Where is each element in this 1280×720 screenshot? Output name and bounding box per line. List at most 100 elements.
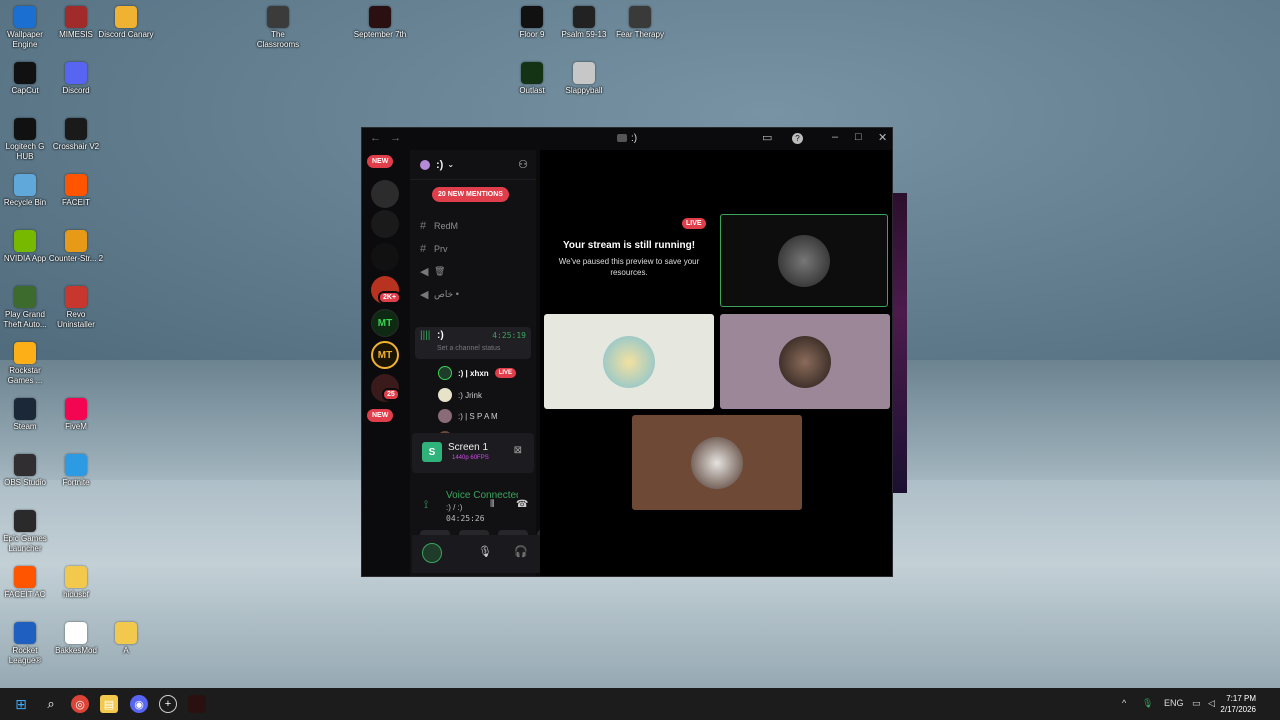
desktop-shortcut[interactable]: Play Grand Theft Auto... xyxy=(0,286,53,330)
desktop-shortcut-label: Revo Uninstaller xyxy=(57,310,95,329)
new-badge: NEW xyxy=(367,409,394,422)
desktop-shortcut[interactable]: Rocket League® xyxy=(0,622,53,666)
add-member-icon[interactable]: ⚇ xyxy=(518,158,528,171)
voice-channel[interactable]: ◀ خاص • xyxy=(420,288,459,301)
server-icon[interactable] xyxy=(371,210,399,238)
desktop-shortcut[interactable]: Rockstar Games ... xyxy=(0,342,53,386)
participant-tile[interactable] xyxy=(720,314,890,409)
avatar xyxy=(779,335,831,388)
desktop-shortcut[interactable]: Recycle Bin xyxy=(0,174,53,208)
desktop-shortcut[interactable]: FiveM xyxy=(48,398,104,432)
desktop-shortcut[interactable]: Epic Games Launcher xyxy=(0,510,53,554)
microphone-tray-icon[interactable]: 🎙 xyxy=(1142,698,1153,709)
desktop-shortcut[interactable]: Discord Canary xyxy=(98,6,154,40)
desktop-shortcut[interactable]: The Classrooms xyxy=(250,6,306,50)
rocket-league-icon xyxy=(14,622,36,644)
desktop-shortcut[interactable]: Logitech G HUB xyxy=(0,118,53,162)
discord-window[interactable]: ← → :) ▭ ? – □ ✕ NEW 2K+ MT MT 25 NEW :)… xyxy=(361,127,893,577)
game-taskbar-icon[interactable] xyxy=(188,695,206,713)
server-avatar-icon xyxy=(420,159,430,170)
new-mentions-pill[interactable]: 20 NEW MENTIONS xyxy=(432,187,509,202)
desktop-shortcut[interactable]: BakkesMod xyxy=(48,622,104,656)
user-avatar[interactable] xyxy=(422,543,442,563)
server-header[interactable]: :) ⌄ ⚇ xyxy=(410,150,536,180)
desktop-shortcut-label: Discord Canary xyxy=(98,30,154,39)
voice-channel[interactable]: ◀ 🗑 xyxy=(420,265,445,278)
help-icon[interactable]: ? xyxy=(792,133,803,144)
search-icon[interactable]: ⌕ xyxy=(42,695,60,713)
avatar xyxy=(691,436,743,489)
desktop-shortcut[interactable]: Steam xyxy=(0,398,53,432)
desktop-shortcut[interactable]: FACEIT xyxy=(48,174,104,208)
participant-tile[interactable] xyxy=(544,314,714,409)
participant-tile[interactable] xyxy=(632,415,802,510)
desktop-shortcut[interactable]: FACEIT AC xyxy=(0,566,53,600)
stream-stage: LIVE Your stream is still running! We've… xyxy=(540,150,892,576)
server-icon-mt[interactable]: MT xyxy=(371,341,399,369)
volume-icon[interactable]: ◁ xyxy=(1208,698,1215,709)
desktop-shortcut[interactable]: Wallpaper Engine xyxy=(0,6,53,50)
new-badge: NEW xyxy=(367,155,394,168)
server-icon[interactable] xyxy=(371,180,399,208)
headphones-icon[interactable]: 🎧 xyxy=(514,545,528,558)
desktop-shortcut[interactable]: OBS Studio xyxy=(0,454,53,488)
chevron-down-icon: ⌄ xyxy=(447,160,455,169)
desktop-shortcut[interactable]: A xyxy=(98,622,154,656)
desktop-shortcut[interactable]: CapCut xyxy=(0,62,53,96)
rockstar-icon xyxy=(14,342,36,364)
desktop-shortcut[interactable]: Psalm 59-13 xyxy=(556,6,612,40)
active-voice-channel[interactable]: |||| :) 4:25:19 Set a channel status xyxy=(415,327,531,359)
mimesis-icon xyxy=(65,6,87,28)
desktop-shortcut[interactable]: hidusbf xyxy=(48,566,104,600)
minimize-button[interactable]: – xyxy=(832,131,838,143)
desktop-shortcut[interactable]: Floor 9 xyxy=(504,6,560,40)
game-icon xyxy=(629,6,651,28)
noise-suppression-icon[interactable]: ⦀ xyxy=(490,499,494,510)
voice-member[interactable]: :) | S P A M xyxy=(438,409,498,423)
desktop-shortcut[interactable]: MIMESIS xyxy=(48,6,104,40)
text-channel[interactable]: # RedM xyxy=(420,220,458,232)
server-icon[interactable] xyxy=(371,243,399,271)
desktop-shortcut[interactable]: September 7th xyxy=(352,6,408,40)
text-channel[interactable]: # Prv xyxy=(420,243,448,255)
maximize-button[interactable]: □ xyxy=(855,131,862,143)
chrome-icon[interactable]: ◎ xyxy=(71,695,89,713)
disconnect-icon[interactable]: ☎ xyxy=(516,499,528,510)
desktop-shortcut[interactable]: Discord xyxy=(48,62,104,96)
windows-start-icon[interactable]: ⊞ xyxy=(12,695,30,713)
server-icon-mt[interactable]: MT xyxy=(371,309,399,337)
language-indicator[interactable]: ENG xyxy=(1164,698,1184,708)
logitech-icon xyxy=(14,118,36,140)
desktop-shortcut[interactable]: Fear Therapy xyxy=(612,6,668,40)
microphone-icon[interactable]: 🎙 xyxy=(478,545,492,558)
desktop-shortcut[interactable]: NVIDIA App xyxy=(0,230,53,264)
desktop-shortcut[interactable]: Slappyball xyxy=(556,62,612,96)
desktop-shortcut-label: hidusbf xyxy=(63,590,89,599)
file-explorer-icon[interactable]: ▤ xyxy=(100,695,118,713)
epic-icon xyxy=(14,510,36,532)
stop-stream-icon[interactable]: ⊠ xyxy=(514,445,522,456)
desktop-shortcut[interactable]: Revo Uninstaller xyxy=(48,286,104,330)
channel-status-prompt[interactable]: Set a channel status xyxy=(437,345,500,352)
mention-count-badge: 2K+ xyxy=(378,291,402,304)
desktop-shortcut[interactable]: Outlast xyxy=(504,62,560,96)
network-icon[interactable]: ▭ xyxy=(1192,698,1201,709)
desktop-shortcut[interactable]: Counter-Str... 2 xyxy=(48,230,104,264)
desktop-shortcut-label: BakkesMod xyxy=(55,646,97,655)
clock[interactable]: 7:17 PM 2/17/2026 xyxy=(1220,693,1256,715)
close-button[interactable]: ✕ xyxy=(878,131,887,144)
connection-signal-icon[interactable]: ⟟ xyxy=(424,499,428,512)
voice-member[interactable]: :) Jrink xyxy=(438,388,482,402)
voice-member[interactable]: :) | xhxn LIVE xyxy=(438,366,517,380)
crosshair-taskbar-icon[interactable]: + xyxy=(159,695,177,713)
desktop-shortcut-label: MIMESIS xyxy=(59,30,93,39)
desktop-shortcut[interactable]: Fortnite xyxy=(48,454,104,488)
avatar xyxy=(438,388,452,402)
inbox-icon[interactable]: ▭ xyxy=(762,131,772,144)
chevron-up-icon[interactable]: ^ xyxy=(1122,698,1126,708)
desktop-shortcut[interactable]: Crosshair V2 xyxy=(48,118,104,152)
participant-tile-speaking[interactable] xyxy=(720,214,888,307)
live-badge: LIVE xyxy=(682,218,706,229)
discord-taskbar-icon[interactable]: ◉ xyxy=(130,695,148,713)
desktop-shortcut-label: Steam xyxy=(13,422,37,431)
